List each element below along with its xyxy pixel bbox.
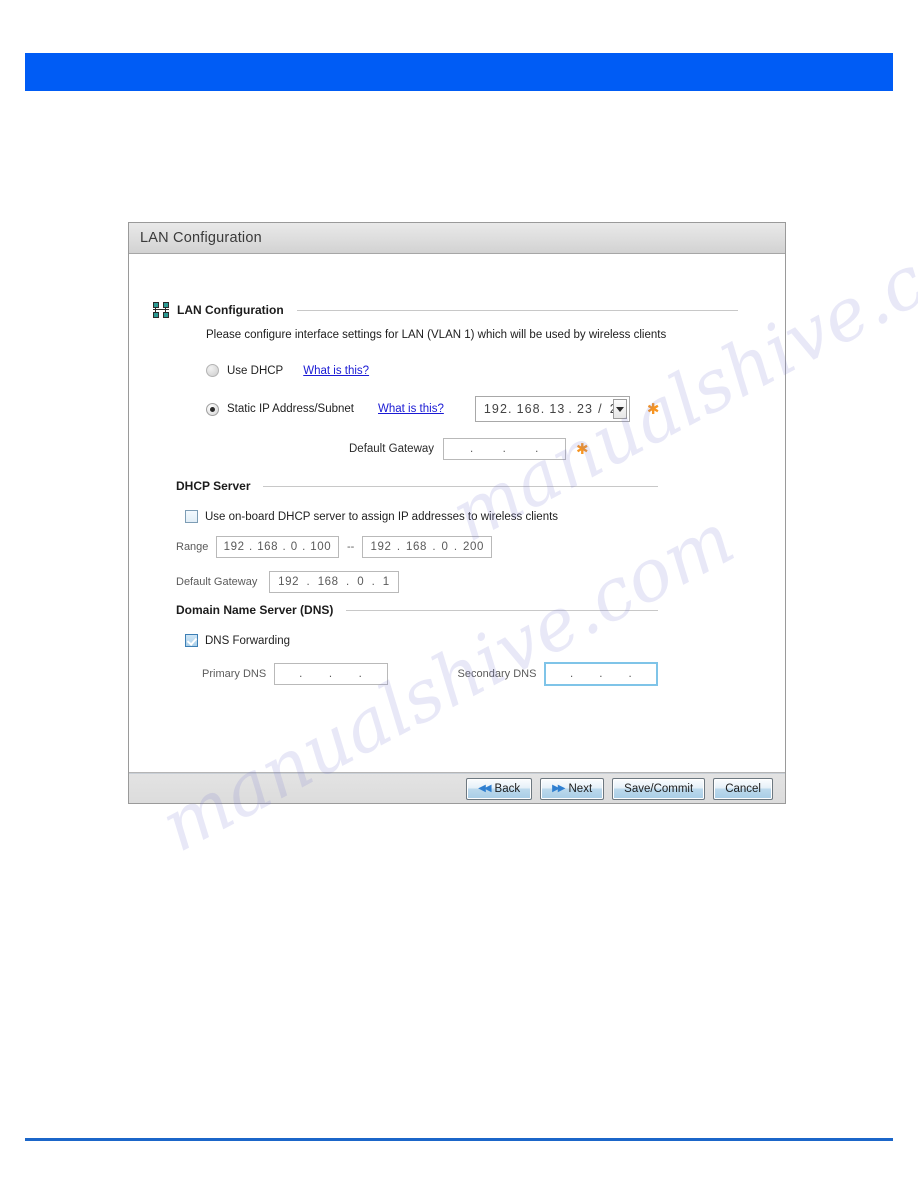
dhcp-default-gateway-label: Default Gateway <box>176 576 258 588</box>
page-title: LAN Configuration <box>140 230 262 246</box>
dns-forwarding-row[interactable]: DNS Forwarding <box>185 634 658 647</box>
dhcp-range-start-octet-4: 100 <box>310 541 332 553</box>
dhcp-group-header: DHCP Server <box>176 479 658 493</box>
dialog-body: LAN Configuration Please configure inter… <box>129 254 785 773</box>
save-commit-button[interactable]: Save/Commit <box>612 777 706 800</box>
secondary-dns-label: Secondary DNS <box>457 668 537 680</box>
dns-group-rule <box>346 609 658 611</box>
dhcp-server-group: DHCP Server Use on-board DHCP server to … <box>176 479 658 593</box>
use-dhcp-radio[interactable] <box>206 364 219 377</box>
dhcp-range-end-input[interactable]: 192 . 168 . 0 . 200 <box>362 536 493 558</box>
dhcp-group-rule <box>263 485 658 487</box>
dhcp-range-start-octet-1: 192 <box>223 541 245 553</box>
dhcp-range-end-octet-2: 168 <box>406 541 428 553</box>
cancel-button[interactable]: Cancel <box>713 777 773 800</box>
static-ip-octet-4: 23 <box>577 402 594 416</box>
use-dhcp-row[interactable]: Use DHCP What is this? <box>206 364 738 377</box>
static-ip-octet-3: 13 <box>549 402 566 416</box>
dhcp-enable-label: Use on-board DHCP server to assign IP ad… <box>205 510 559 523</box>
dhcp-gw-octet-2: 168 <box>317 576 339 588</box>
back-button-label: Back <box>494 782 521 795</box>
arrow-left-double-icon: ◀◀ <box>478 783 491 794</box>
static-ip-label: Static IP Address/Subnet <box>227 403 355 415</box>
chevron-down-icon[interactable] <box>612 399 627 419</box>
dhcp-range-label: Range <box>176 541 209 553</box>
static-ip-octet-1: 192 <box>483 402 508 416</box>
static-ip-what-is-this-link[interactable]: What is this? <box>378 403 444 415</box>
dhcp-range-start-input[interactable]: 192 . 168 . 0 . 100 <box>216 536 339 558</box>
dns-group: Domain Name Server (DNS) DNS Forwarding … <box>176 603 658 686</box>
dhcp-gw-octet-1: 192 <box>278 576 300 588</box>
use-dhcp-label: Use DHCP <box>227 364 284 377</box>
dhcp-gw-octet-3: 0 <box>357 576 365 588</box>
back-button[interactable]: ◀◀ Back <box>466 777 533 800</box>
primary-dns-label: Primary DNS <box>202 668 267 680</box>
arrow-right-double-icon: ▶▶ <box>552 783 565 794</box>
dhcp-range-end-octet-4: 200 <box>463 541 485 553</box>
cancel-button-label: Cancel <box>725 782 761 795</box>
page-top-banner <box>25 53 893 91</box>
dns-forwarding-label: DNS Forwarding <box>205 634 290 647</box>
lan-group-title: LAN Configuration <box>177 303 284 317</box>
dhcp-range-start-octet-2: 168 <box>257 541 279 553</box>
dhcp-enable-row[interactable]: Use on-board DHCP server to assign IP ad… <box>185 510 658 523</box>
lan-default-gateway-label: Default Gateway <box>349 443 435 455</box>
dhcp-range-end-octet-3: 0 <box>441 541 449 553</box>
dhcp-group-title: DHCP Server <box>176 479 251 493</box>
dns-servers-row: Primary DNS . . . Secondary DNS . . . <box>202 662 658 686</box>
dialog-titlebar: LAN Configuration <box>129 223 785 254</box>
static-ip-radio[interactable] <box>206 402 219 416</box>
save-commit-button-label: Save/Commit <box>624 782 694 795</box>
lan-group-header: LAN Configuration <box>153 302 738 318</box>
dns-group-header: Domain Name Server (DNS) <box>176 603 658 617</box>
dhcp-range-row: Range 192 . 168 . 0 . 100 -- 192 . 168 .… <box>176 536 658 558</box>
dns-forwarding-checkbox[interactable] <box>185 634 198 647</box>
next-button[interactable]: ▶▶ Next <box>540 777 605 800</box>
use-dhcp-what-is-this-link[interactable]: What is this? <box>303 365 369 377</box>
static-ip-row[interactable]: Static IP Address/Subnet What is this? 1… <box>206 396 738 422</box>
page-bottom-rule <box>25 1138 893 1141</box>
lan-default-gateway-row: Default Gateway . . . ✱ <box>349 438 738 460</box>
dhcp-enable-checkbox[interactable] <box>185 510 198 523</box>
lan-configuration-group: LAN Configuration Please configure inter… <box>153 302 738 460</box>
next-button-label: Next <box>568 782 593 795</box>
dhcp-gw-octet-4: 1 <box>382 576 390 588</box>
lan-network-icon <box>153 302 170 318</box>
dhcp-range-separator: -- <box>347 541 355 553</box>
lan-configuration-dialog: LAN Configuration LAN Configuration Plea… <box>128 222 786 804</box>
static-ip-octet-2: 168 <box>516 402 541 416</box>
dhcp-range-end-octet-1: 192 <box>370 541 392 553</box>
dns-group-title: Domain Name Server (DNS) <box>176 603 334 617</box>
lan-group-rule <box>296 309 738 311</box>
dhcp-default-gateway-row: Default Gateway 192 . 168 . 0 . 1 <box>176 571 658 593</box>
static-ip-required-marker: ✱ <box>646 399 660 418</box>
lan-default-gateway-required-marker: ✱ <box>576 439 589 458</box>
lan-default-gateway-input[interactable]: . . . <box>443 438 567 460</box>
static-ip-subnet-combo[interactable]: 192. 168. 13. 23 / 24 <box>474 396 630 422</box>
dhcp-range-start-octet-3: 0 <box>290 541 298 553</box>
primary-dns-input[interactable]: . . . <box>274 663 388 685</box>
dialog-footer: ◀◀ Back ▶▶ Next Save/Commit Cancel <box>129 773 785 803</box>
lan-description: Please configure interface settings for … <box>206 329 667 341</box>
dhcp-default-gateway-input[interactable]: 192 . 168 . 0 . 1 <box>269 571 399 593</box>
secondary-dns-input[interactable]: . . . <box>544 662 658 686</box>
